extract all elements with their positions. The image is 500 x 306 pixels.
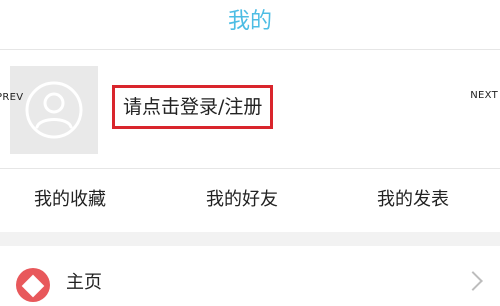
chevron-right-icon [463,271,483,291]
list-item[interactable]: 主页 [0,246,500,306]
tab-my-friends[interactable]: 我的好友 [206,187,278,213]
red-circle-icon [16,268,50,302]
profile-section: PREV 请点击登录/注册 NEXT [0,50,500,168]
page-title: 我的 [227,9,272,34]
quick-tabs: 我的收藏 我的好友 我的发表 [0,169,500,231]
tab-my-favorites[interactable]: 我的收藏 [34,187,106,213]
next-label[interactable]: NEXT [470,90,498,101]
app-header: 我的 [0,0,500,46]
tab-my-posts[interactable]: 我的发表 [377,187,449,213]
list-item-label: 主页 [66,272,102,293]
prev-label[interactable]: PREV [0,92,23,103]
avatar[interactable] [10,66,98,154]
user-silhouette-icon [25,81,83,139]
login-register-link[interactable]: 请点击登录/注册 [112,85,274,129]
section-gap [0,232,500,246]
